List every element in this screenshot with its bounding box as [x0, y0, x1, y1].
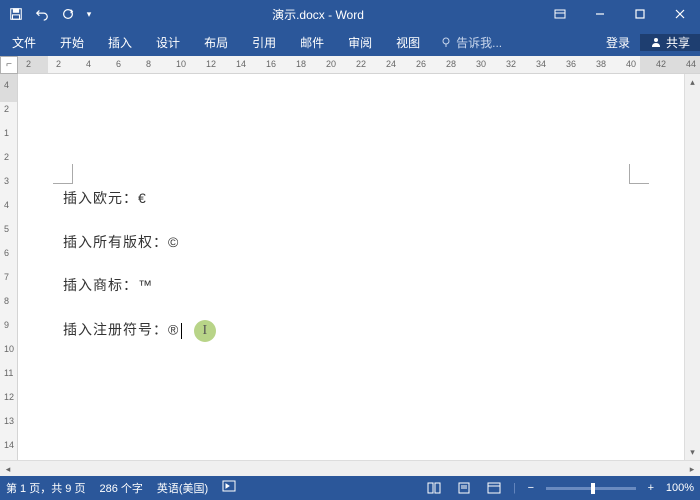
doc-line[interactable]: 插入所有版权：©: [63, 233, 639, 253]
zoom-out-button[interactable]: −: [524, 482, 538, 494]
tab-view[interactable]: 视图: [384, 28, 432, 56]
tab-insert[interactable]: 插入: [96, 28, 144, 56]
status-macro-icon[interactable]: [222, 480, 236, 496]
doc-line[interactable]: 插入商标：™: [63, 276, 639, 296]
view-read-mode-button[interactable]: [423, 479, 445, 497]
vertical-ruler[interactable]: 4212345678910111213141516: [0, 74, 18, 460]
document-area[interactable]: 插入欧元：€ 插入所有版权：© 插入商标：™ 插入注册符号：®: [18, 74, 684, 460]
horizontal-ruler[interactable]: ⌐ 22468101214161820222426283032343638404…: [0, 56, 700, 74]
title-bar: ▾ 演示.docx - Word: [0, 0, 700, 28]
main-area: 4212345678910111213141516 插入欧元：€ 插入所有版权：…: [0, 74, 700, 460]
ribbon-right: 登录 共享: [596, 28, 700, 56]
close-button[interactable]: [660, 0, 700, 28]
view-print-layout-button[interactable]: [453, 479, 475, 497]
vertical-scrollbar[interactable]: ▴ ▾: [684, 74, 700, 460]
status-page[interactable]: 第 1 页，共 9 页: [6, 480, 85, 496]
undo-button[interactable]: [30, 2, 54, 26]
horizontal-scrollbar[interactable]: ◂ ▸: [0, 460, 700, 476]
doc-line[interactable]: 插入注册符号：®: [63, 320, 639, 342]
cursor-highlight-icon: [194, 320, 216, 342]
tab-design[interactable]: 设计: [144, 28, 192, 56]
tab-home[interactable]: 开始: [48, 28, 96, 56]
minimize-button[interactable]: [580, 0, 620, 28]
ribbon-options-button[interactable]: [540, 0, 580, 28]
window-title: 演示.docx - Word: [96, 6, 540, 23]
person-icon: [650, 36, 662, 48]
lightbulb-icon: [440, 36, 452, 48]
redo-button[interactable]: [56, 2, 80, 26]
status-bar: 第 1 页，共 9 页 286 个字 英语(美国) | − + 100%: [0, 476, 700, 500]
scroll-up-button[interactable]: ▴: [685, 74, 700, 90]
tell-me-search[interactable]: 告诉我...: [432, 28, 596, 56]
scroll-left-button[interactable]: ◂: [0, 461, 16, 477]
tab-layout[interactable]: 布局: [192, 28, 240, 56]
view-web-layout-button[interactable]: [483, 479, 505, 497]
qat-customize-button[interactable]: ▾: [82, 2, 96, 26]
tab-mailings[interactable]: 邮件: [288, 28, 336, 56]
tab-selector[interactable]: ⌐: [0, 56, 18, 74]
tab-file[interactable]: 文件: [0, 28, 48, 56]
page-corner-tr: [629, 164, 649, 184]
zoom-level[interactable]: 100%: [666, 482, 694, 494]
ribbon-tabs: 文件 开始 插入 设计 布局 引用 邮件 审阅 视图 告诉我... 登录 共享: [0, 28, 700, 56]
save-button[interactable]: [4, 2, 28, 26]
page-corner-tl: [53, 164, 73, 184]
text-cursor: [181, 323, 182, 339]
scroll-right-button[interactable]: ▸: [684, 461, 700, 477]
zoom-slider[interactable]: [546, 487, 636, 490]
scroll-down-button[interactable]: ▾: [685, 444, 700, 460]
window-controls: [540, 0, 700, 28]
doc-line[interactable]: 插入欧元：€: [63, 189, 639, 209]
share-button[interactable]: 共享: [640, 34, 700, 51]
tab-references[interactable]: 引用: [240, 28, 288, 56]
tab-review[interactable]: 审阅: [336, 28, 384, 56]
status-word-count[interactable]: 286 个字: [99, 480, 142, 496]
zoom-in-button[interactable]: +: [644, 482, 658, 494]
login-button[interactable]: 登录: [596, 34, 640, 51]
status-language[interactable]: 英语(美国): [157, 480, 208, 496]
maximize-button[interactable]: [620, 0, 660, 28]
document-content[interactable]: 插入欧元：€ 插入所有版权：© 插入商标：™ 插入注册符号：®: [63, 189, 639, 366]
quick-access-toolbar: ▾: [0, 2, 96, 26]
